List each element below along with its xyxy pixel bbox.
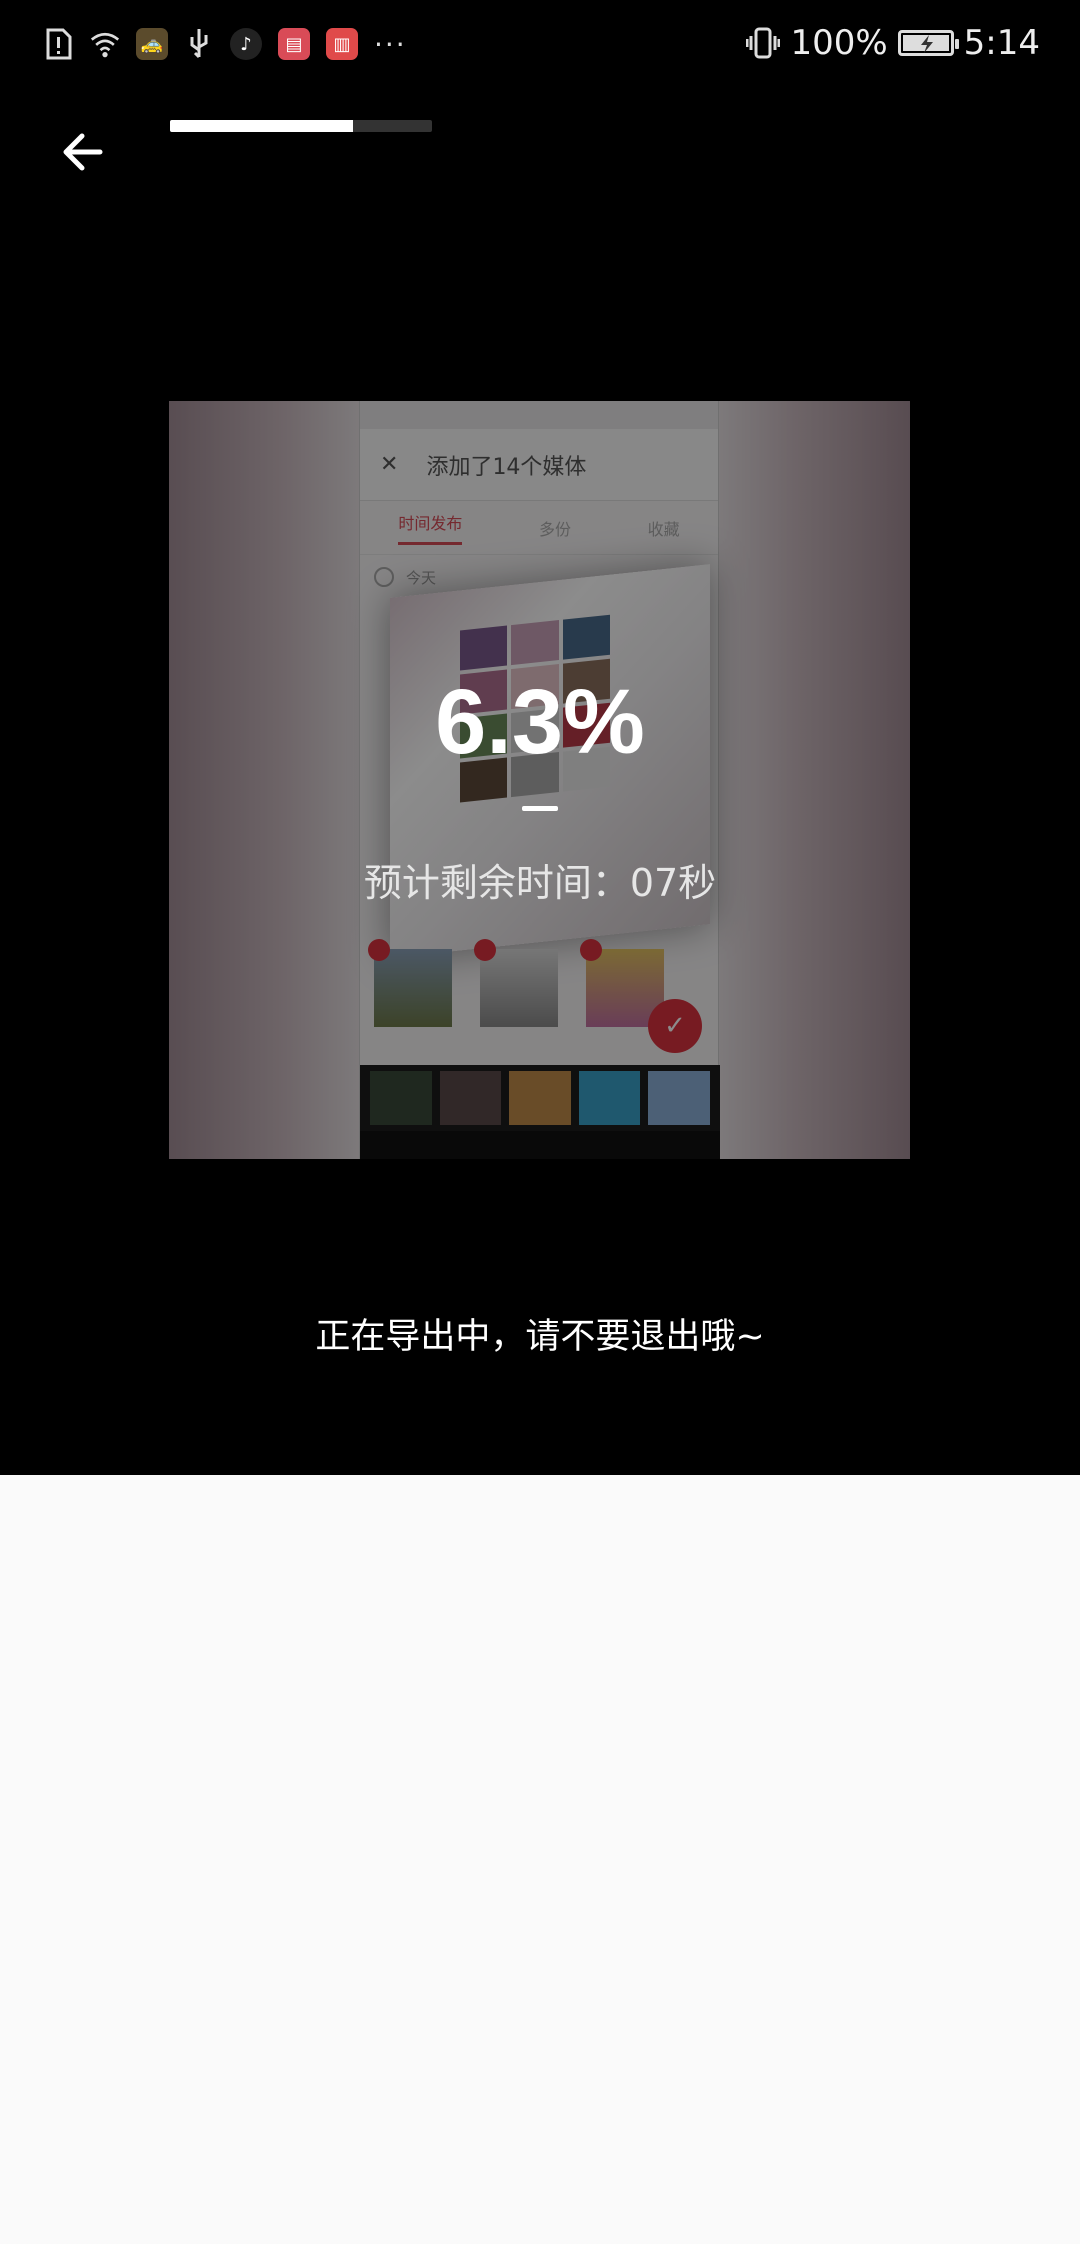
vibrate-icon bbox=[746, 26, 781, 60]
arrow-left-icon bbox=[63, 133, 103, 171]
status-bar: 🚕 ♪ ▤ ▥ ··· 100% 5:14 bbox=[0, 0, 1080, 86]
usb-icon bbox=[184, 27, 214, 61]
bottom-panel bbox=[0, 1475, 1080, 2244]
clock: 5:14 bbox=[963, 23, 1040, 63]
remaining-time-value: 07秒 bbox=[629, 861, 717, 905]
export-percent: 6.3% bbox=[435, 671, 645, 773]
alert-icon bbox=[44, 27, 74, 61]
battery-percent: 100% bbox=[790, 23, 888, 63]
more-icon: ··· bbox=[374, 27, 407, 61]
tiktok-icon: ♪ bbox=[230, 28, 262, 60]
export-progress-fill bbox=[170, 120, 354, 132]
status-right: 100% 5:14 bbox=[746, 20, 1040, 66]
app-icon: 🚕 bbox=[136, 28, 168, 60]
battery-icon bbox=[897, 30, 959, 56]
percent-underline bbox=[522, 806, 558, 811]
wifi-icon bbox=[90, 27, 120, 61]
export-note: 正在导出中，请不要退出哦~ bbox=[315, 1317, 765, 1357]
remaining-time: 预计剩余时间：07秒 bbox=[0, 852, 1080, 907]
preview-dim-overlay bbox=[169, 401, 910, 1159]
back-button[interactable] bbox=[50, 120, 114, 184]
shop-icon: ▤ bbox=[278, 28, 310, 60]
export-progress-bar bbox=[170, 120, 432, 132]
status-left-icons: 🚕 ♪ ▤ ▥ ··· bbox=[44, 22, 407, 66]
book-icon: ▥ bbox=[326, 28, 358, 60]
video-preview: ✕ 添加了14个媒体 时间发布 多份 收藏 今天 ✓ bbox=[169, 401, 910, 1159]
remaining-time-label: 预计剩余时间： bbox=[363, 861, 630, 905]
